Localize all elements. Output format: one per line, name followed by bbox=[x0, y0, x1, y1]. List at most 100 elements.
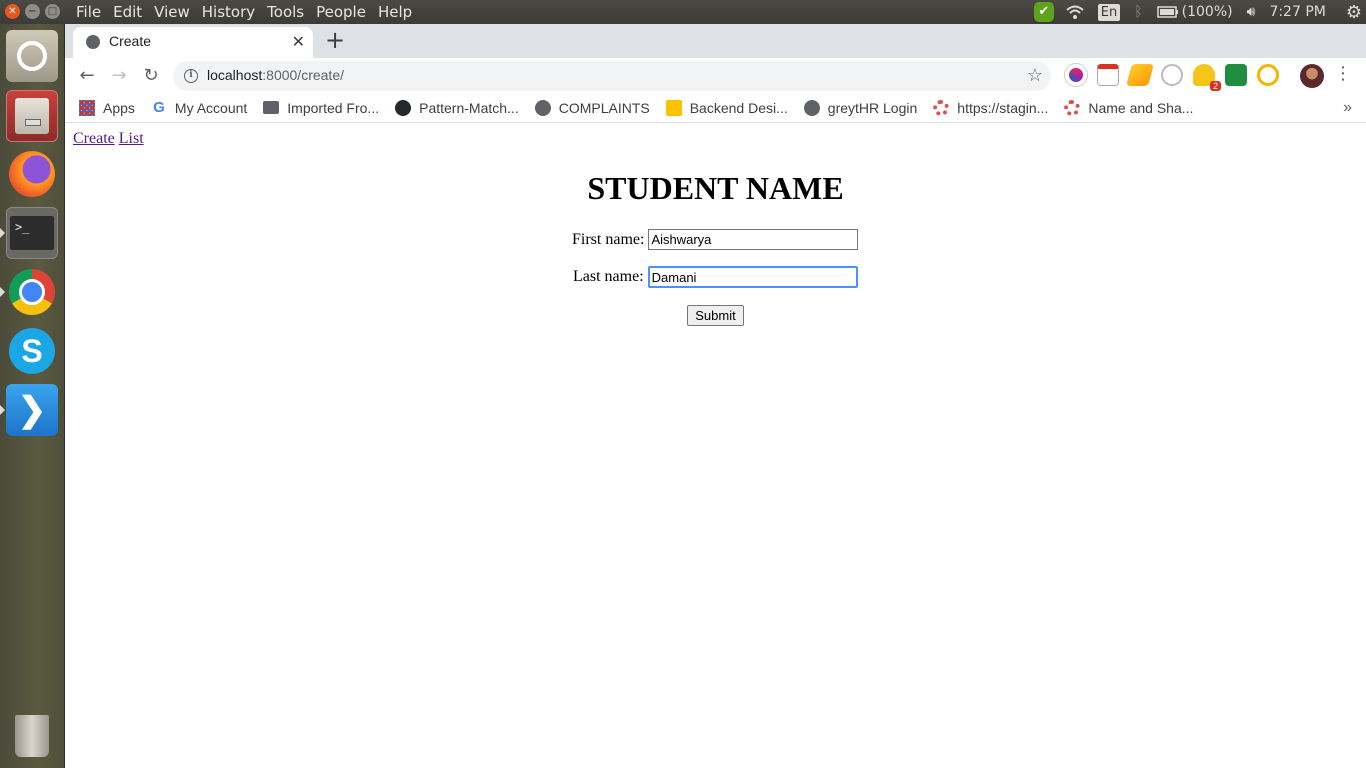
bookmark-label: greytHR Login bbox=[827, 99, 918, 116]
bookmark-label: My Account bbox=[174, 99, 248, 116]
info-icon[interactable]: i bbox=[184, 69, 198, 83]
tab-strip: Create ✕ + bbox=[65, 24, 1366, 58]
language-indicator[interactable]: En bbox=[1097, 3, 1121, 21]
bookmark-label: Pattern-Match... bbox=[419, 99, 519, 116]
slides-icon bbox=[665, 99, 682, 116]
firefox-icon[interactable] bbox=[6, 148, 58, 200]
battery-indicator[interactable]: (100%) bbox=[1156, 4, 1233, 20]
globe-icon bbox=[86, 35, 100, 49]
first-name-row: First name: bbox=[572, 229, 859, 250]
menu-edit[interactable]: Edit bbox=[107, 2, 148, 22]
menu-view[interactable]: View bbox=[148, 2, 196, 22]
github-icon bbox=[395, 99, 412, 116]
back-button[interactable]: ← bbox=[73, 62, 101, 90]
battery-icon bbox=[1156, 6, 1178, 18]
address-bar[interactable]: i localhost:8000/create/ ☆ bbox=[173, 61, 1051, 91]
new-tab-button[interactable]: + bbox=[325, 27, 345, 53]
globe-icon bbox=[534, 99, 551, 116]
menu-tools[interactable]: Tools bbox=[261, 2, 310, 22]
google-icon: G bbox=[153, 98, 165, 116]
bookmark-my-account[interactable]: G My Account bbox=[151, 98, 248, 116]
bookmark-label: COMPLAINTS bbox=[558, 99, 650, 116]
submit-button[interactable]: Submit bbox=[687, 305, 744, 326]
bookmark-label: Backend Desi... bbox=[689, 99, 788, 116]
menu-file[interactable]: File bbox=[70, 2, 107, 22]
bookmark-greythr[interactable]: greytHR Login bbox=[803, 99, 918, 116]
browser-toolbar: ← → ↻ i localhost:8000/create/ ☆ 2 ⋮ bbox=[65, 58, 1366, 93]
system-tray: ✔ En ᛒ (100%) 🔊︎ 7:27 PM ⚙ bbox=[1033, 0, 1366, 24]
page-nav: Create List bbox=[73, 130, 148, 148]
window-maximize-icon[interactable]: □ bbox=[45, 4, 60, 19]
last-name-row: Last name: bbox=[573, 266, 858, 288]
create-link[interactable]: Create bbox=[73, 130, 115, 147]
launcher: >_ S ❯ bbox=[0, 24, 65, 768]
bookmark-backend[interactable]: Backend Desi... bbox=[665, 99, 788, 116]
apps-grid-icon bbox=[79, 99, 95, 116]
tab-close-icon[interactable]: ✕ bbox=[292, 32, 305, 51]
extension-icon[interactable] bbox=[1126, 64, 1154, 86]
vscode-icon[interactable]: ❯ bbox=[6, 384, 58, 436]
extension-icon[interactable] bbox=[1225, 64, 1247, 86]
bookmark-imported[interactable]: Imported Fro... bbox=[263, 100, 379, 116]
bookmark-label: Name and Sha... bbox=[1088, 99, 1194, 116]
bookmarks-bar: Apps G My Account Imported Fro... Pattern… bbox=[65, 93, 1366, 123]
bookmark-name-shape[interactable]: Name and Sha... bbox=[1064, 99, 1194, 116]
menu-history[interactable]: History bbox=[196, 2, 261, 22]
wifi-icon[interactable] bbox=[1066, 5, 1084, 19]
browser-window: Create ✕ + ← → ↻ i localhost:8000/create… bbox=[65, 24, 1366, 768]
battery-percent: (100%) bbox=[1181, 4, 1233, 20]
bookmark-pattern-match[interactable]: Pattern-Match... bbox=[395, 99, 519, 116]
volume-icon[interactable]: 🔊︎ bbox=[1247, 4, 1256, 20]
page-content: CreateList STUDENT NAME First name: Last… bbox=[65, 123, 1366, 768]
bookmark-label: Imported Fro... bbox=[287, 99, 380, 116]
bookmark-staging[interactable]: https://stagin... bbox=[933, 99, 1049, 116]
menu-help[interactable]: Help bbox=[372, 2, 418, 22]
extension-icon[interactable] bbox=[1257, 64, 1279, 86]
trash-icon[interactable] bbox=[6, 710, 58, 762]
extension-icon[interactable] bbox=[1161, 64, 1183, 86]
gear-icon bbox=[933, 99, 950, 116]
running-indicator bbox=[0, 228, 5, 238]
window-minimize-icon[interactable]: − bbox=[25, 4, 40, 19]
skype-icon[interactable]: S bbox=[6, 325, 58, 377]
files-icon[interactable] bbox=[6, 90, 58, 142]
bookmark-apps[interactable]: Apps bbox=[79, 99, 135, 116]
bookmark-label: https://stagin... bbox=[957, 99, 1049, 116]
check-icon[interactable]: ✔ bbox=[1033, 2, 1054, 22]
extension-badge: 2 bbox=[1209, 81, 1221, 91]
tab-title: Create bbox=[109, 33, 152, 49]
menu-people[interactable]: People bbox=[310, 2, 372, 22]
terminal-icon[interactable]: >_ bbox=[6, 207, 58, 259]
running-indicator bbox=[0, 405, 5, 415]
url-path: :8000/create/ bbox=[262, 67, 344, 83]
profile-avatar[interactable] bbox=[1300, 64, 1324, 88]
top-panel: ✕ − □ File Edit View History Tools Peopl… bbox=[0, 0, 1366, 24]
forward-button[interactable]: → bbox=[105, 62, 133, 90]
browser-menu-icon[interactable]: ⋮ bbox=[1334, 63, 1352, 84]
last-name-label: Last name: bbox=[573, 268, 644, 285]
menubar: File Edit View History Tools People Help bbox=[70, 2, 418, 22]
extension-icon[interactable] bbox=[1097, 64, 1119, 86]
url-host: localhost bbox=[207, 67, 263, 83]
bookmark-complaints[interactable]: COMPLAINTS bbox=[534, 99, 650, 116]
clock[interactable]: 7:27 PM bbox=[1269, 4, 1325, 20]
list-link[interactable]: List bbox=[119, 130, 144, 147]
extension-icon[interactable]: 2 bbox=[1193, 64, 1221, 91]
reload-button[interactable]: ↻ bbox=[137, 62, 165, 90]
bluetooth-icon[interactable]: ᛒ bbox=[1134, 4, 1142, 20]
settings-gear-icon[interactable]: ⚙ bbox=[1346, 2, 1362, 23]
chrome-icon[interactable] bbox=[6, 266, 58, 318]
last-name-input[interactable] bbox=[647, 266, 858, 288]
bookmark-label: Apps bbox=[103, 99, 135, 116]
first-name-input[interactable] bbox=[648, 229, 859, 250]
globe-icon bbox=[803, 99, 820, 116]
extension-icon[interactable] bbox=[1065, 64, 1087, 86]
running-indicator bbox=[0, 287, 5, 297]
bookmark-star-icon[interactable]: ☆ bbox=[1027, 65, 1043, 86]
gear-icon bbox=[1064, 99, 1081, 116]
window-close-icon[interactable]: ✕ bbox=[5, 4, 20, 19]
ubuntu-dash-icon[interactable] bbox=[6, 30, 58, 82]
first-name-label: First name: bbox=[572, 230, 645, 248]
tab-create[interactable]: Create ✕ bbox=[73, 27, 313, 58]
bookmarks-overflow-icon[interactable]: » bbox=[1343, 99, 1352, 117]
